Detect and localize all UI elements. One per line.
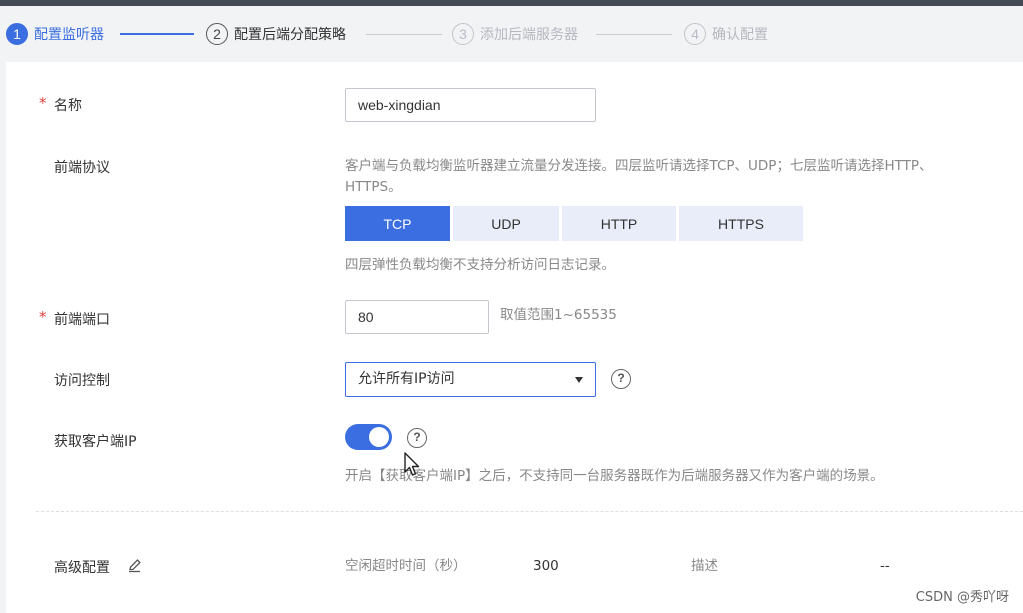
- protocol-label: 前端协议: [54, 160, 110, 176]
- pencil-icon[interactable]: [127, 558, 142, 573]
- step-connector: [596, 34, 672, 35]
- description-value: --: [880, 558, 890, 574]
- protocol-https-button[interactable]: HTTPS: [679, 206, 803, 241]
- step-number: 4: [684, 23, 706, 45]
- protocol-http-button[interactable]: HTTP: [562, 206, 676, 241]
- idle-timeout-value: 300: [533, 558, 559, 574]
- cursor-icon: [404, 452, 420, 476]
- advanced-config-label: 高级配置: [54, 560, 110, 576]
- help-icon[interactable]: ?: [611, 369, 631, 389]
- client-ip-toggle[interactable]: [345, 424, 392, 450]
- access-control-label: 访问控制: [54, 373, 110, 389]
- port-range-hint: 取值范围1~65535: [500, 307, 617, 323]
- step-label: 配置后端分配策略: [234, 27, 346, 43]
- required-mark: *: [39, 94, 47, 112]
- step-1[interactable]: 1 配置监听器: [6, 22, 104, 46]
- help-icon[interactable]: ?: [407, 428, 427, 448]
- name-label: 名称: [54, 98, 82, 114]
- listener-form: * 名称 web-xingdian 前端协议 客户端与负载均衡监听器建立流量分发…: [6, 62, 1023, 613]
- step-connector: [120, 33, 194, 35]
- step-label: 确认配置: [712, 27, 768, 43]
- protocol-segmented: TCP UDP HTTP HTTPS: [345, 206, 806, 241]
- wizard-steps: 1 配置监听器 2 配置后端分配策略 3 添加后端服务器 4 确认配置: [0, 6, 1023, 62]
- idle-timeout-label: 空闲超时时间（秒）: [345, 558, 467, 574]
- watermark: CSDN @秀吖呀: [915, 590, 1009, 605]
- client-ip-hint: 开启【获取客户端IP】之后，不支持同一台服务器既作为后端服务器又作为客户端的场景…: [345, 468, 884, 484]
- step-2[interactable]: 2 配置后端分配策略: [206, 22, 346, 46]
- step-number: 1: [6, 23, 28, 45]
- caret-down-icon: [575, 377, 583, 383]
- access-control-select[interactable]: 允许所有IP访问: [345, 362, 596, 397]
- name-input[interactable]: web-xingdian: [345, 88, 596, 122]
- step-4[interactable]: 4 确认配置: [684, 22, 768, 46]
- protocol-hint: 客户端与负载均衡监听器建立流量分发连接。四层监听请选择TCP、UDP；七层监听请…: [345, 156, 1023, 198]
- description-label: 描述: [691, 558, 718, 574]
- step-label: 添加后端服务器: [480, 27, 578, 43]
- step-number: 2: [206, 23, 228, 45]
- port-label: 前端端口: [54, 312, 110, 328]
- step-label: 配置监听器: [34, 27, 104, 43]
- protocol-udp-button[interactable]: UDP: [453, 206, 559, 241]
- protocol-note: 四层弹性负载均衡不支持分析访问日志记录。: [345, 257, 615, 273]
- step-connector: [366, 34, 442, 35]
- access-control-value: 允许所有IP访问: [358, 371, 455, 387]
- toggle-knob: [369, 427, 389, 447]
- protocol-hint-line: HTTPS。: [345, 179, 402, 195]
- section-divider: [36, 511, 1023, 512]
- protocol-hint-line: 客户端与负载均衡监听器建立流量分发连接。四层监听请选择TCP、UDP；七层监听请…: [345, 158, 933, 174]
- step-number: 3: [452, 23, 474, 45]
- client-ip-label: 获取客户端IP: [54, 434, 137, 450]
- protocol-tcp-button[interactable]: TCP: [345, 206, 450, 241]
- required-mark: *: [39, 308, 47, 326]
- port-input[interactable]: 80: [345, 300, 489, 334]
- step-3[interactable]: 3 添加后端服务器: [452, 22, 578, 46]
